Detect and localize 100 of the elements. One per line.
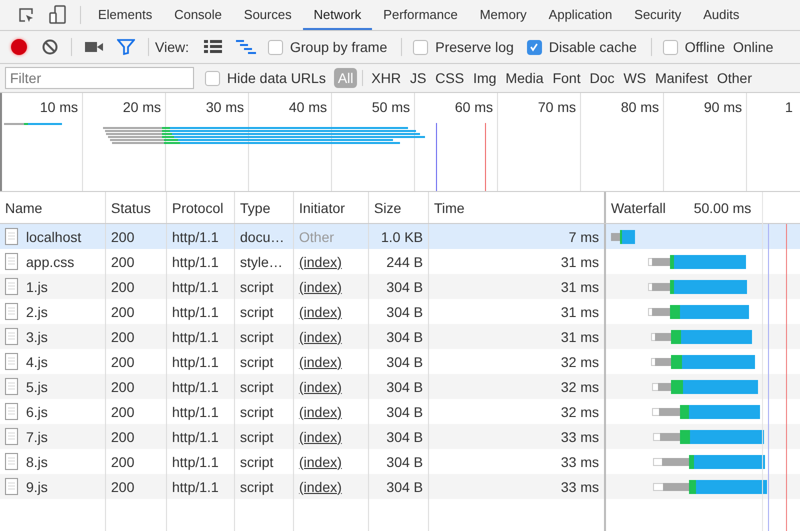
file-icon (5, 328, 18, 345)
device-icon[interactable] (49, 5, 67, 25)
type-filter-button[interactable]: Img (469, 68, 500, 88)
checkmark-icon (529, 42, 540, 52)
column-header[interactable]: Initiator (294, 192, 369, 223)
checkbox-label[interactable]: Disable cache (548, 39, 637, 55)
checkbox[interactable] (662, 40, 678, 54)
table-cell: http/1.1 (172, 454, 219, 470)
timeline-tick-label: 20 ms (122, 99, 161, 115)
timeline-tick-label: 70 ms (538, 99, 576, 115)
initiator-link[interactable]: (index) (299, 478, 342, 494)
waterfall-view-icon[interactable] (236, 40, 256, 54)
file-icon (5, 303, 18, 320)
type-filter-button[interactable]: Doc (586, 68, 618, 88)
table-cell: 244 B (386, 254, 423, 270)
list-view-icon[interactable] (204, 40, 222, 54)
request-row[interactable]: 3.js 200 http/1.1 script (index) 304 B 31 ms (0, 324, 800, 349)
panel-tab[interactable]: Security (623, 0, 692, 30)
panel-tab[interactable]: Console (163, 0, 233, 30)
table-cell: 304 B (386, 328, 423, 344)
panel-tab[interactable]: Performance (372, 0, 469, 30)
column-header[interactable]: Type (235, 192, 294, 223)
panel-tab[interactable]: Memory (468, 0, 538, 30)
column-header[interactable]: Size (369, 192, 429, 223)
table-cell: 304 B (386, 304, 423, 320)
checked-checkbox[interactable] (526, 40, 542, 54)
table-cell: http/1.1 (172, 478, 219, 494)
timing-bar (611, 228, 636, 244)
initiator-link[interactable]: (index) (299, 378, 342, 394)
type-filter-button[interactable]: Font (548, 68, 585, 88)
file-icon (5, 453, 18, 470)
table-cell: http/1.1 (172, 354, 219, 370)
type-filter-button[interactable]: XHR (367, 68, 405, 88)
request-row[interactable]: 1.js 200 http/1.1 script (index) 304 B 31 ms (0, 274, 800, 299)
checkbox-label[interactable]: Group by frame (290, 39, 388, 55)
type-filter-button[interactable]: Manifest (651, 68, 712, 88)
type-filter-button[interactable]: WS (620, 68, 650, 88)
table-cell: 200 (111, 278, 134, 294)
initiator-link[interactable]: (index) (299, 354, 342, 370)
type-filter-button[interactable]: Media (501, 68, 548, 88)
request-row[interactable]: 9.js 200 http/1.1 script (index) 304 B 33 ms (0, 474, 800, 499)
timeline-tick-label: 1 (785, 99, 793, 115)
table-cell: 2.js (26, 304, 48, 320)
clear-icon[interactable] (42, 39, 58, 55)
type-filter-button[interactable]: JS (406, 68, 430, 88)
filter-icon[interactable] (117, 39, 135, 55)
table-cell: 304 B (386, 428, 423, 444)
type-filter-button[interactable]: CSS (431, 68, 468, 88)
panel-tab[interactable]: Audits (692, 0, 750, 30)
initiator-link[interactable]: (index) (299, 404, 342, 420)
request-row[interactable]: 7.js 200 http/1.1 script (index) 304 B 33 ms (0, 424, 800, 449)
panel-tab[interactable]: Application (538, 0, 624, 30)
inspect-icon[interactable] (17, 6, 35, 24)
file-icon (5, 353, 18, 370)
checkbox-label[interactable]: Hide data URLs (227, 70, 326, 86)
table-cell: 304 B (386, 404, 423, 420)
table-cell: 200 (111, 354, 134, 370)
initiator-link[interactable]: (index) (299, 304, 342, 320)
table-cell: script (240, 478, 274, 494)
table-cell: http/1.1 (172, 278, 219, 294)
initiator-link[interactable]: (index) (299, 254, 342, 270)
panel-tab[interactable]: Sources (232, 0, 303, 30)
table-cell: 32 ms (560, 404, 599, 420)
request-row[interactable]: 5.js 200 http/1.1 script (index) 304 B 32 ms (0, 374, 800, 399)
filter-field[interactable]: Filter (5, 67, 194, 89)
table-cell: http/1.1 (172, 378, 219, 394)
column-header[interactable]: Waterfall (611, 200, 666, 216)
record-button[interactable] (11, 39, 27, 55)
request-row[interactable]: localhost 200 http/1.1 docu… Other 1.0 KB 7 ms (0, 224, 800, 249)
camera-icon[interactable] (85, 41, 103, 53)
table-cell: 1.js (26, 278, 48, 294)
checkbox[interactable] (413, 40, 428, 54)
panel-tab[interactable]: Elements (87, 0, 164, 30)
type-filter-button[interactable]: Other (712, 68, 756, 88)
timeline-tick-label: 30 ms (206, 99, 244, 115)
table-cell: 200 (111, 454, 134, 470)
table-cell: 200 (111, 304, 134, 320)
table-cell: 200 (111, 328, 134, 344)
checkbox[interactable] (268, 40, 283, 54)
initiator-link[interactable]: (index) (299, 428, 342, 444)
table-cell: 4.js (26, 354, 48, 370)
initiator-link[interactable]: (index) (299, 454, 342, 470)
table-cell: 31 ms (560, 328, 599, 344)
table-cell: 200 (111, 428, 134, 444)
file-icon (5, 403, 18, 420)
checkbox-label[interactable]: Preserve log (435, 39, 514, 55)
column-header[interactable]: Status (106, 192, 167, 223)
checkbox[interactable] (205, 70, 220, 86)
throttling-select[interactable]: Online (733, 39, 774, 55)
initiator-link[interactable]: (index) (299, 328, 342, 344)
column-header[interactable]: Protocol (167, 192, 235, 223)
table-cell: 31 ms (560, 254, 599, 270)
table-cell: 7.js (26, 428, 48, 444)
table-cell: http/1.1 (172, 254, 219, 270)
table-cell: 200 (111, 404, 134, 420)
column-header[interactable]: Name (0, 192, 106, 223)
table-cell: 31 ms (560, 304, 599, 320)
table-cell: 304 B (386, 454, 423, 470)
checkbox-label[interactable]: Offline (684, 39, 725, 55)
initiator-link[interactable]: (index) (299, 278, 342, 294)
